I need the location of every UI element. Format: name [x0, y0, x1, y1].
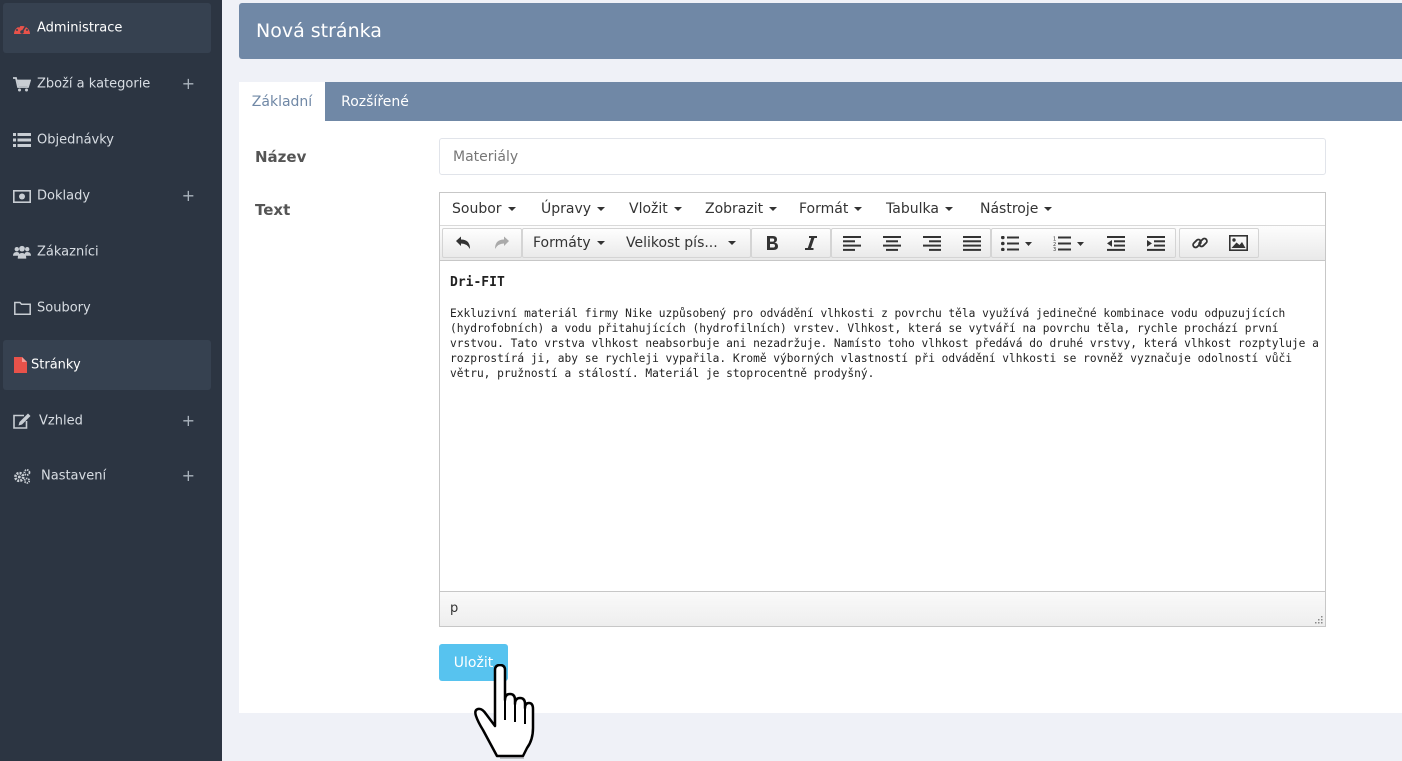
history-group [442, 228, 522, 258]
content-heading: Dri-FIT [450, 275, 505, 290]
format-select-group: Formáty Velikost pís... [522, 228, 751, 258]
hand-cursor-icon [473, 664, 535, 760]
sidebar-item-zakaznici[interactable]: Zákazníci [3, 227, 211, 277]
outdent-icon[interactable] [1096, 229, 1136, 257]
font-size-select[interactable]: Velikost pís... [626, 229, 736, 257]
expand-plus-icon[interactable]: + [182, 76, 195, 92]
expand-plus-icon[interactable]: + [182, 468, 195, 484]
sidebar-item-soubory[interactable]: Soubory [3, 283, 211, 333]
menu-upravy[interactable]: Úpravy [541, 193, 606, 225]
caret-down-icon [769, 207, 778, 211]
svg-text:3: 3 [1053, 247, 1056, 251]
name-input[interactable] [439, 138, 1326, 175]
sidebar-item-objednavky[interactable]: Objednávky [3, 115, 211, 165]
sidebar-item-label: Vzhled [39, 413, 83, 429]
element-path[interactable]: p [450, 601, 458, 616]
sidebar-item-label: Administrace [37, 20, 123, 36]
menu-vlozit[interactable]: Vložit [629, 193, 682, 225]
tab-zakladni[interactable]: Základní [239, 82, 325, 121]
sidebar-item-vzhled[interactable]: Vzhled + [3, 396, 211, 446]
link-icon[interactable] [1180, 229, 1219, 257]
menu-tabulka[interactable]: Tabulka [886, 193, 953, 225]
sidebar-item-label: Zákazníci [37, 244, 99, 260]
editor-menubar: Soubor Úpravy Vložit Zobrazit Formát Tab… [440, 193, 1325, 225]
money-icon [13, 188, 31, 204]
numbered-list-icon[interactable]: 123 [1042, 229, 1096, 257]
gears-icon [13, 468, 31, 484]
caret-down-icon [673, 207, 682, 211]
form-card: Základní Rozšířené Název Text Soubor Úpr… [239, 82, 1402, 713]
rich-text-editor: Soubor Úpravy Vložit Zobrazit Formát Tab… [439, 192, 1326, 627]
undo-icon[interactable] [443, 229, 482, 257]
alignment-group [831, 228, 991, 258]
menu-nastroje[interactable]: Nástroje [980, 193, 1053, 225]
list-icon [13, 132, 31, 148]
image-icon[interactable] [1219, 229, 1258, 257]
sidebar-item-label: Soubory [37, 300, 91, 316]
editor-toolbar: Formáty Velikost pís... 1 2 3 [440, 225, 1325, 261]
text-style-group [751, 228, 831, 258]
dashboard-icon [13, 20, 31, 36]
sidebar-item-label: Nastavení [41, 468, 107, 484]
redo-icon[interactable] [482, 229, 521, 257]
italic-icon[interactable] [791, 229, 830, 257]
expand-plus-icon[interactable]: + [182, 413, 195, 429]
align-justify-icon[interactable] [952, 229, 992, 257]
sidebar-item-administrace[interactable]: Administrace [3, 3, 211, 53]
name-label: Název [255, 148, 307, 166]
list-group: 123 [991, 228, 1176, 258]
caret-down-icon [854, 207, 863, 211]
align-center-icon[interactable] [872, 229, 912, 257]
indent-icon[interactable] [1136, 229, 1176, 257]
insert-group [1179, 228, 1259, 258]
edit-icon [13, 413, 31, 429]
sidebar: Administrace Zboží a kategorie + Objedná… [0, 0, 222, 761]
content-paragraph: Exkluzivní materiál firmy Nike uzpůsoben… [450, 307, 1319, 380]
sidebar-item-zbozi[interactable]: Zboží a kategorie + [3, 59, 211, 109]
menu-soubor[interactable]: Soubor [452, 193, 516, 225]
folder-icon [13, 300, 31, 316]
caret-down-icon [597, 207, 606, 211]
sidebar-item-nastaveni[interactable]: Nastavení + [3, 451, 211, 501]
file-icon [11, 357, 29, 373]
caret-down-icon [944, 207, 953, 211]
text-label: Text [255, 201, 291, 219]
bold-icon[interactable] [752, 229, 791, 257]
caret-down-icon [596, 241, 605, 245]
sidebar-item-stranky[interactable]: Stránky [3, 340, 211, 390]
tab-rozsirene[interactable]: Rozšířené [325, 82, 425, 121]
formats-select[interactable]: Formáty [533, 229, 605, 257]
expand-plus-icon[interactable]: + [182, 188, 195, 204]
resize-handle-icon[interactable] [1313, 614, 1323, 624]
bullet-list-icon[interactable] [992, 229, 1042, 257]
page-title: Nová stránka [239, 3, 1402, 59]
align-left-icon[interactable] [832, 229, 872, 257]
menu-format[interactable]: Formát [799, 193, 863, 225]
caret-down-icon [507, 207, 516, 211]
caret-down-icon [1044, 207, 1053, 211]
sidebar-item-label: Stránky [31, 357, 81, 373]
align-right-icon[interactable] [912, 229, 952, 257]
sidebar-item-doklady[interactable]: Doklady + [3, 171, 211, 221]
editor-content[interactable]: Dri-FIT Exkluzivní materiál firmy Nike u… [440, 261, 1325, 591]
caret-down-icon [727, 241, 736, 245]
cart-icon [13, 76, 31, 92]
sidebar-item-label: Zboží a kategorie [37, 76, 151, 92]
menu-zobrazit[interactable]: Zobrazit [705, 193, 778, 225]
sidebar-item-label: Objednávky [37, 132, 115, 148]
editor-statusbar: p [440, 591, 1325, 626]
users-icon [13, 244, 31, 260]
sidebar-item-label: Doklady [37, 188, 91, 204]
tab-bar: Základní Rozšířené [239, 82, 1402, 121]
